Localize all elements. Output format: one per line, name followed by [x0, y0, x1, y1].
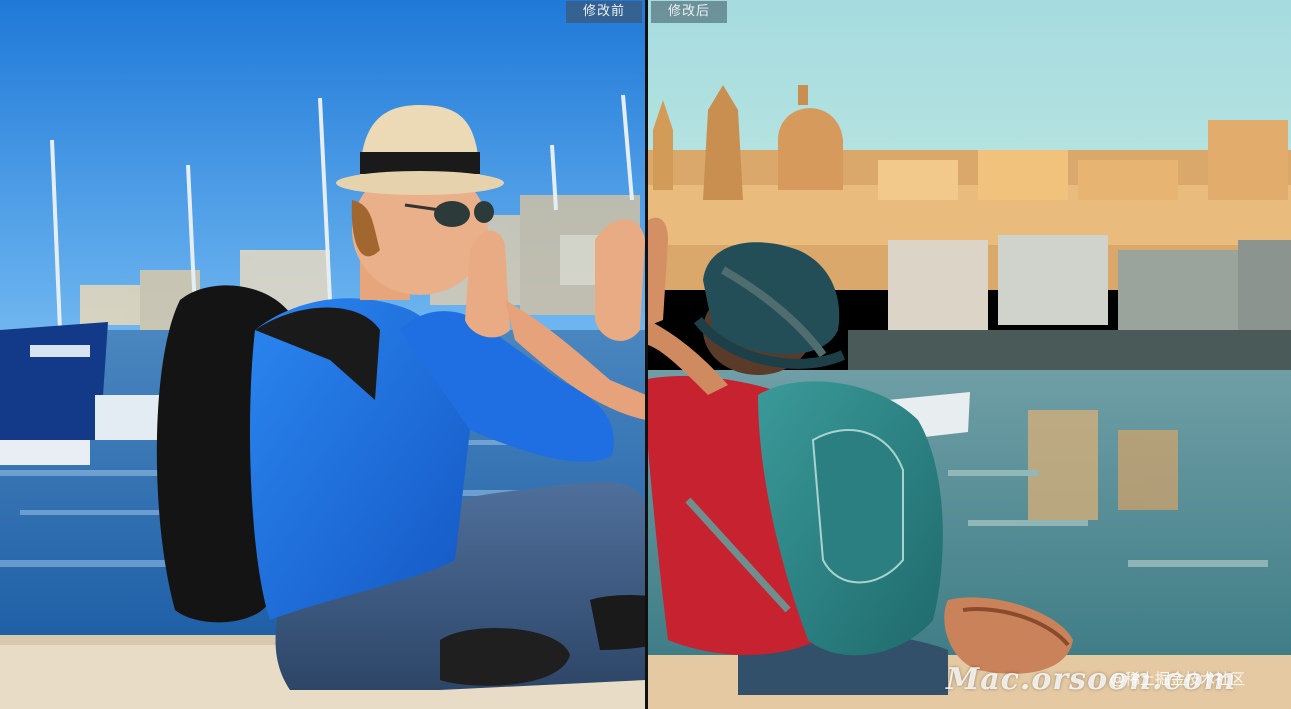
before-image-pane [0, 0, 646, 709]
before-photo [0, 0, 646, 709]
after-label: 修改后 [651, 1, 727, 23]
after-image-pane [648, 0, 1291, 709]
before-after-comparison: 修改前 修改后 Mac.orsoon.com @稀土掘金技术社区 [0, 0, 1291, 709]
after-photo [648, 0, 1291, 709]
before-label: 修改前 [566, 1, 642, 23]
